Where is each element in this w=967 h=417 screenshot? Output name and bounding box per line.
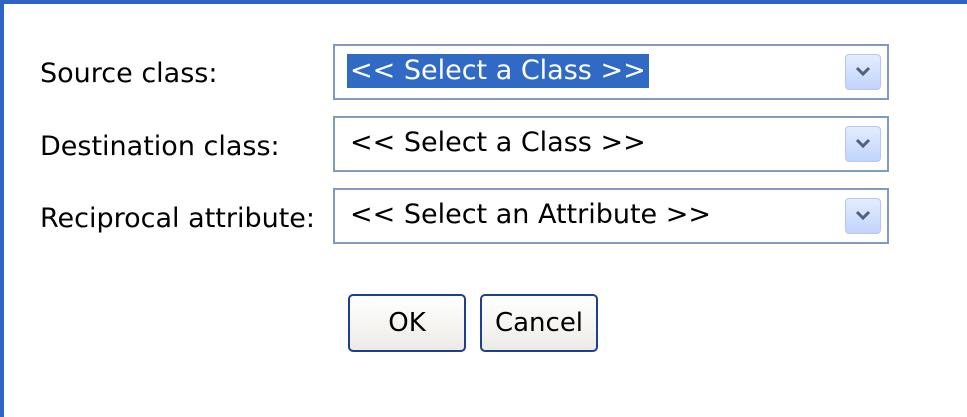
destination-class-select[interactable]: << Select a Class >> — [333, 116, 889, 172]
window-frame-left — [0, 0, 4, 417]
chevron-down-icon — [855, 138, 871, 149]
reciprocal-attribute-dropdown-button[interactable] — [845, 198, 881, 234]
destination-class-label: Destination class: — [40, 131, 280, 162]
chevron-down-icon — [855, 66, 871, 77]
ok-button[interactable]: OK — [348, 294, 466, 352]
source-class-dropdown-button[interactable] — [845, 54, 881, 90]
window-frame-top — [0, 0, 967, 4]
dialog: Source class: << Select a Class >> Desti… — [0, 0, 967, 417]
reciprocal-attribute-value: << Select an Attribute >> — [350, 199, 711, 230]
cancel-button[interactable]: Cancel — [480, 294, 598, 352]
reciprocal-attribute-select[interactable]: << Select an Attribute >> — [333, 188, 889, 244]
source-class-label: Source class: — [40, 58, 218, 89]
source-class-select[interactable]: << Select a Class >> — [333, 44, 889, 100]
source-class-value: << Select a Class >> — [347, 54, 649, 88]
destination-class-dropdown-button[interactable] — [845, 126, 881, 162]
reciprocal-attribute-label: Reciprocal attribute: — [40, 203, 316, 234]
destination-class-value: << Select a Class >> — [350, 127, 646, 158]
chevron-down-icon — [855, 210, 871, 221]
